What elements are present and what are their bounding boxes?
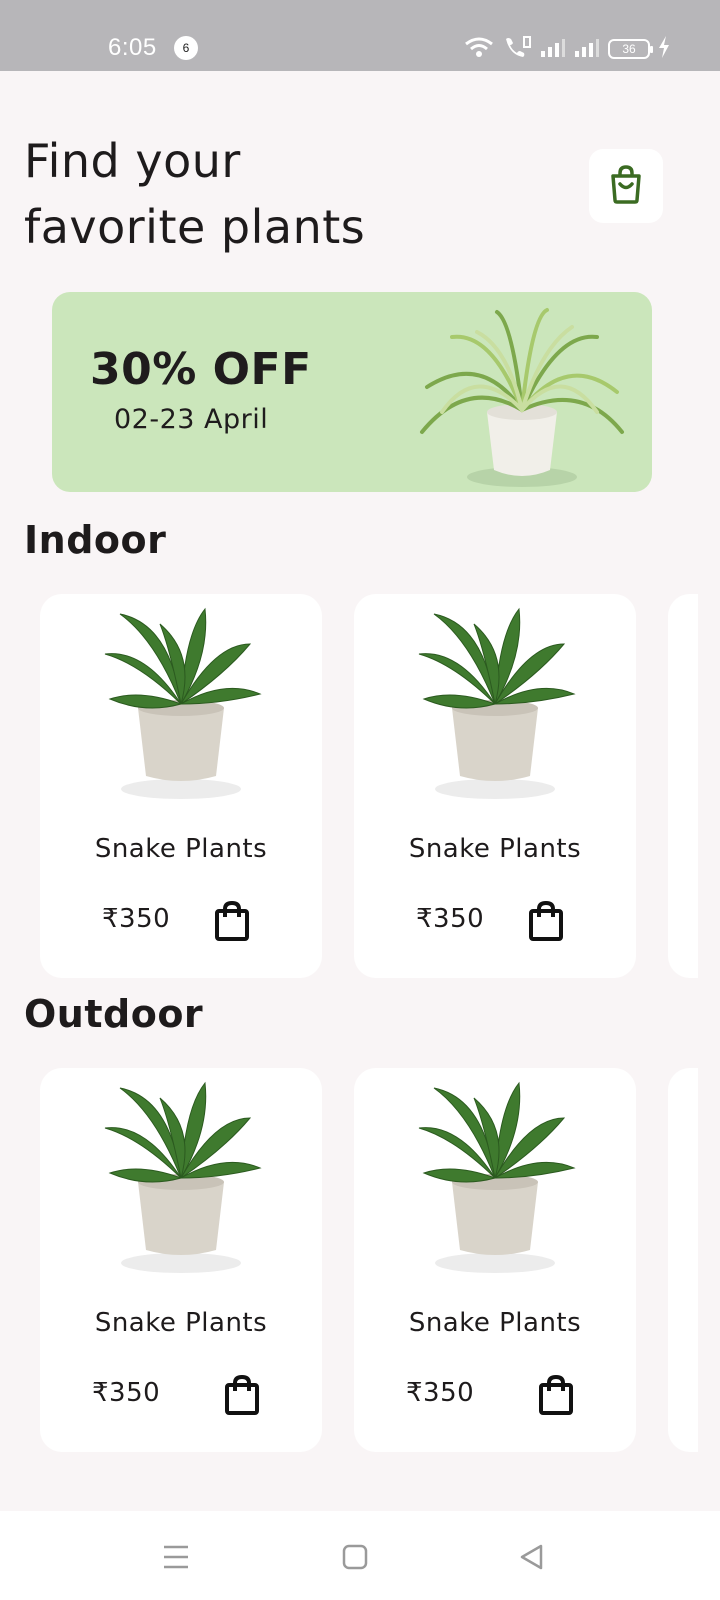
promo-dates: 02-23 April	[114, 404, 269, 435]
charging-bolt-icon	[658, 36, 670, 62]
title-line-2: favorite plants	[24, 200, 366, 254]
spider-plant-image	[420, 308, 624, 487]
add-to-bag-icon[interactable]	[528, 900, 564, 942]
product-card-peek[interactable]	[668, 594, 698, 978]
product-price: ₹350	[102, 904, 171, 934]
add-to-bag-icon[interactable]	[214, 900, 250, 942]
back-triangle-icon[interactable]	[512, 1537, 552, 1577]
promo-discount: 30% OFF	[90, 344, 312, 395]
product-card[interactable]: Snake Plants ₹350	[354, 1068, 636, 1452]
battery-icon: 36	[608, 39, 653, 59]
signal-1-icon	[540, 37, 566, 61]
product-name: Snake Plants	[94, 834, 268, 864]
system-nav-bar	[0, 1511, 720, 1600]
menu-icon[interactable]	[156, 1537, 196, 1577]
notification-count-badge: 6	[174, 36, 198, 60]
page-title: Find your favorite plants	[24, 128, 365, 260]
add-to-bag-icon[interactable]	[224, 1374, 260, 1416]
product-name: Snake Plants	[408, 1308, 582, 1338]
wifi-icon	[464, 36, 494, 62]
wifi-calling-icon	[502, 35, 532, 63]
plant-image	[418, 607, 576, 799]
product-name: Snake Plants	[94, 1308, 268, 1338]
product-price: ₹350	[416, 904, 485, 934]
shopping-bag-icon	[608, 164, 644, 208]
status-bar: 6:05 6 36	[0, 0, 720, 71]
signal-2-icon	[574, 37, 600, 61]
promo-banner[interactable]: 30% OFF 02-23 April	[52, 292, 652, 492]
plant-image	[104, 607, 262, 799]
section-title-indoor: Indoor	[24, 518, 167, 562]
title-line-1: Find your	[24, 134, 241, 188]
status-time: 6:05	[108, 34, 157, 61]
product-name: Snake Plants	[408, 834, 582, 864]
plant-image	[418, 1081, 576, 1273]
product-card[interactable]: Snake Plants ₹350	[40, 594, 322, 978]
status-icons: 36	[464, 36, 670, 62]
product-price: ₹350	[92, 1378, 161, 1408]
section-title-outdoor: Outdoor	[24, 992, 204, 1036]
product-card[interactable]: Snake Plants ₹350	[40, 1068, 322, 1452]
cart-button[interactable]	[589, 149, 663, 223]
home-square-icon[interactable]	[335, 1537, 375, 1577]
product-price: ₹350	[406, 1378, 475, 1408]
plant-image	[104, 1081, 262, 1273]
product-card-peek[interactable]	[668, 1068, 698, 1452]
add-to-bag-icon[interactable]	[538, 1374, 574, 1416]
product-card[interactable]: Snake Plants ₹350	[354, 594, 636, 978]
